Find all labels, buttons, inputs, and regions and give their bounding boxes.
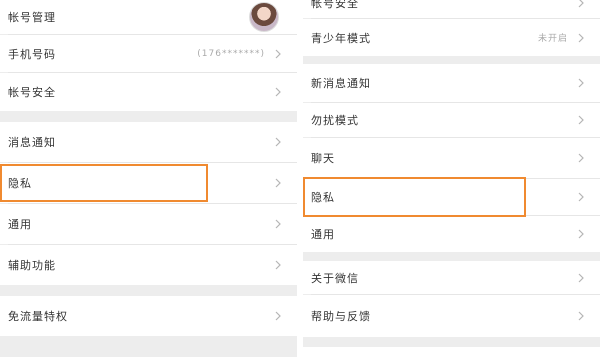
phone-number-row[interactable]: 手机号码 (176*******) xyxy=(0,35,297,72)
general-label: 通用 xyxy=(8,218,32,231)
about-wechat-row[interactable]: 关于微信 xyxy=(303,261,600,294)
chevron-right-icon xyxy=(273,87,283,97)
general-row[interactable]: 通用 xyxy=(0,204,297,244)
free-data-row[interactable]: 免流量特权 xyxy=(0,296,297,336)
general-label: 通用 xyxy=(311,228,335,241)
chevron-right-icon xyxy=(273,219,283,229)
new-message-notifications-label: 新消息通知 xyxy=(311,77,371,90)
notifications-row[interactable]: 消息通知 xyxy=(0,122,297,162)
chevron-right-icon xyxy=(576,311,586,321)
do-not-disturb-label: 勿扰模式 xyxy=(311,114,359,127)
account-security-label: 帐号安全 xyxy=(8,86,56,99)
chevron-right-icon xyxy=(576,78,586,88)
account-management-row[interactable]: 帐号管理 xyxy=(0,0,297,34)
chat-label: 聊天 xyxy=(311,152,335,165)
chevron-right-icon xyxy=(273,311,283,321)
teen-mode-row[interactable]: 青少年模式 未开启 xyxy=(303,19,600,56)
chevron-right-icon xyxy=(273,178,283,188)
chat-row[interactable]: 聊天 xyxy=(303,138,600,178)
chevron-right-icon xyxy=(576,33,586,43)
chevron-right-icon xyxy=(576,0,586,8)
do-not-disturb-row[interactable]: 勿扰模式 xyxy=(303,103,600,137)
accessibility-label: 辅助功能 xyxy=(8,259,56,272)
avatar xyxy=(249,2,279,32)
new-message-notifications-row[interactable]: 新消息通知 xyxy=(303,64,600,102)
left-settings-panel: 帐号管理 手机号码 (176*******) 帐号安全 消息通知 隐私 通用 辅… xyxy=(0,0,297,357)
account-management-label: 帐号管理 xyxy=(8,11,56,24)
accessibility-row[interactable]: 辅助功能 xyxy=(0,245,297,285)
teen-mode-value: 未开启 xyxy=(537,34,568,44)
chevron-right-icon xyxy=(576,192,586,202)
phone-number-label: 手机号码 xyxy=(8,47,56,61)
chevron-right-icon xyxy=(576,153,586,163)
help-feedback-row[interactable]: 帮助与反馈 xyxy=(303,295,600,337)
phone-number-value: (176*******) xyxy=(197,48,265,59)
account-security-row[interactable]: 帐号安全 xyxy=(0,73,297,111)
chevron-right-icon xyxy=(273,260,283,270)
chevron-right-icon xyxy=(273,137,283,147)
chevron-right-icon xyxy=(576,229,586,239)
help-feedback-label: 帮助与反馈 xyxy=(311,310,371,323)
teen-mode-label: 青少年模式 xyxy=(311,31,371,45)
right-settings-panel: 帐号安全 青少年模式 未开启 新消息通知 勿扰模式 聊天 隐私 通用 关于微信 … xyxy=(303,0,600,357)
chevron-right-icon xyxy=(576,273,586,283)
account-security-label: 帐号安全 xyxy=(311,0,359,10)
partial-row xyxy=(303,347,600,357)
free-data-label: 免流量特权 xyxy=(8,310,68,323)
general-row[interactable]: 通用 xyxy=(303,216,600,252)
about-wechat-label: 关于微信 xyxy=(311,271,359,285)
notifications-label: 消息通知 xyxy=(8,136,56,149)
privacy-highlight-box xyxy=(303,177,526,217)
chevron-right-icon xyxy=(273,49,283,59)
chevron-right-icon xyxy=(576,115,586,125)
account-security-row[interactable]: 帐号安全 xyxy=(303,0,600,18)
privacy-highlight-box xyxy=(0,164,208,202)
